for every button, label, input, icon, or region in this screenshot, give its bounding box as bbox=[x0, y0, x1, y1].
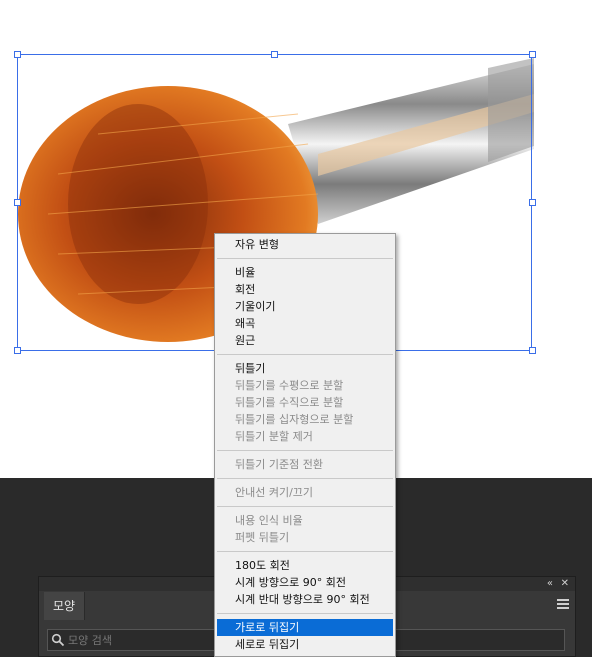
menu-item-split-warp-vertically: 뒤틀기를 수직으로 분할 bbox=[235, 396, 344, 409]
menu-separator bbox=[217, 354, 393, 355]
menu-item-content-aware-scale: 내용 인식 비율 bbox=[235, 514, 303, 527]
double-chevron-icon[interactable]: « bbox=[547, 578, 553, 590]
transform-handle-top-left[interactable] bbox=[14, 51, 21, 58]
transform-handle-top-right[interactable] bbox=[529, 51, 536, 58]
menu-separator bbox=[217, 506, 393, 507]
menu-item-split-warp-crosswise: 뒤틀기를 십자형으로 분할 bbox=[235, 413, 354, 426]
menu-separator bbox=[217, 551, 393, 552]
menu-item-perspective[interactable]: 원근 bbox=[217, 332, 393, 349]
transform-handle-bottom-left[interactable] bbox=[14, 347, 21, 354]
menu-separator bbox=[217, 613, 393, 614]
menu-item-free-transform[interactable]: 자유 변형 bbox=[217, 236, 393, 253]
menu-item-flip-vertical[interactable]: 세로로 뒤집기 bbox=[217, 636, 393, 653]
menu-item-distort[interactable]: 왜곡 bbox=[217, 315, 393, 332]
menu-item-scale[interactable]: 비율 bbox=[217, 264, 393, 281]
menu-item-remove-warp-split: 뒤틀기 분할 제거 bbox=[235, 430, 313, 443]
menu-item-rotate-90-cw[interactable]: 시계 방향으로 90° 회전 bbox=[217, 574, 393, 591]
transform-context-menu: 자유 변형 비율 회전 기울이기 왜곡 원근 뒤틀기 뒤틀기를 수평으로 분할 … bbox=[214, 233, 396, 657]
menu-item-toggle-warp-anchor: 뒤틀기 기준점 전환 bbox=[235, 458, 323, 471]
menu-item-skew[interactable]: 기울이기 bbox=[217, 298, 393, 315]
menu-item-split-warp-horizontally: 뒤틀기를 수평으로 분할 bbox=[235, 379, 344, 392]
transform-handle-top-center[interactable] bbox=[271, 51, 278, 58]
search-icon bbox=[51, 633, 65, 647]
menu-item-toggle-guides: 안내선 켜기/끄기 bbox=[235, 486, 314, 499]
transform-handle-bottom-right[interactable] bbox=[529, 347, 536, 354]
menu-separator bbox=[217, 478, 393, 479]
menu-item-warp[interactable]: 뒤틀기 bbox=[217, 360, 393, 377]
menu-separator bbox=[217, 450, 393, 451]
transform-handle-middle-left[interactable] bbox=[14, 199, 21, 206]
menu-item-rotate-90-ccw[interactable]: 시계 반대 방향으로 90° 회전 bbox=[217, 591, 393, 608]
menu-item-rotate[interactable]: 회전 bbox=[217, 281, 393, 298]
tab-shapes[interactable]: 모양 bbox=[44, 592, 86, 620]
hamburger-menu-icon[interactable] bbox=[557, 599, 569, 609]
close-icon[interactable]: ✕ bbox=[561, 578, 569, 590]
menu-item-puppet-warp: 퍼펫 뒤틀기 bbox=[235, 531, 290, 544]
menu-item-rotate-180[interactable]: 180도 회전 bbox=[217, 557, 393, 574]
menu-separator bbox=[217, 258, 393, 259]
menu-item-flip-horizontal[interactable]: 가로로 뒤집기 bbox=[217, 619, 393, 636]
transform-handle-middle-right[interactable] bbox=[529, 199, 536, 206]
